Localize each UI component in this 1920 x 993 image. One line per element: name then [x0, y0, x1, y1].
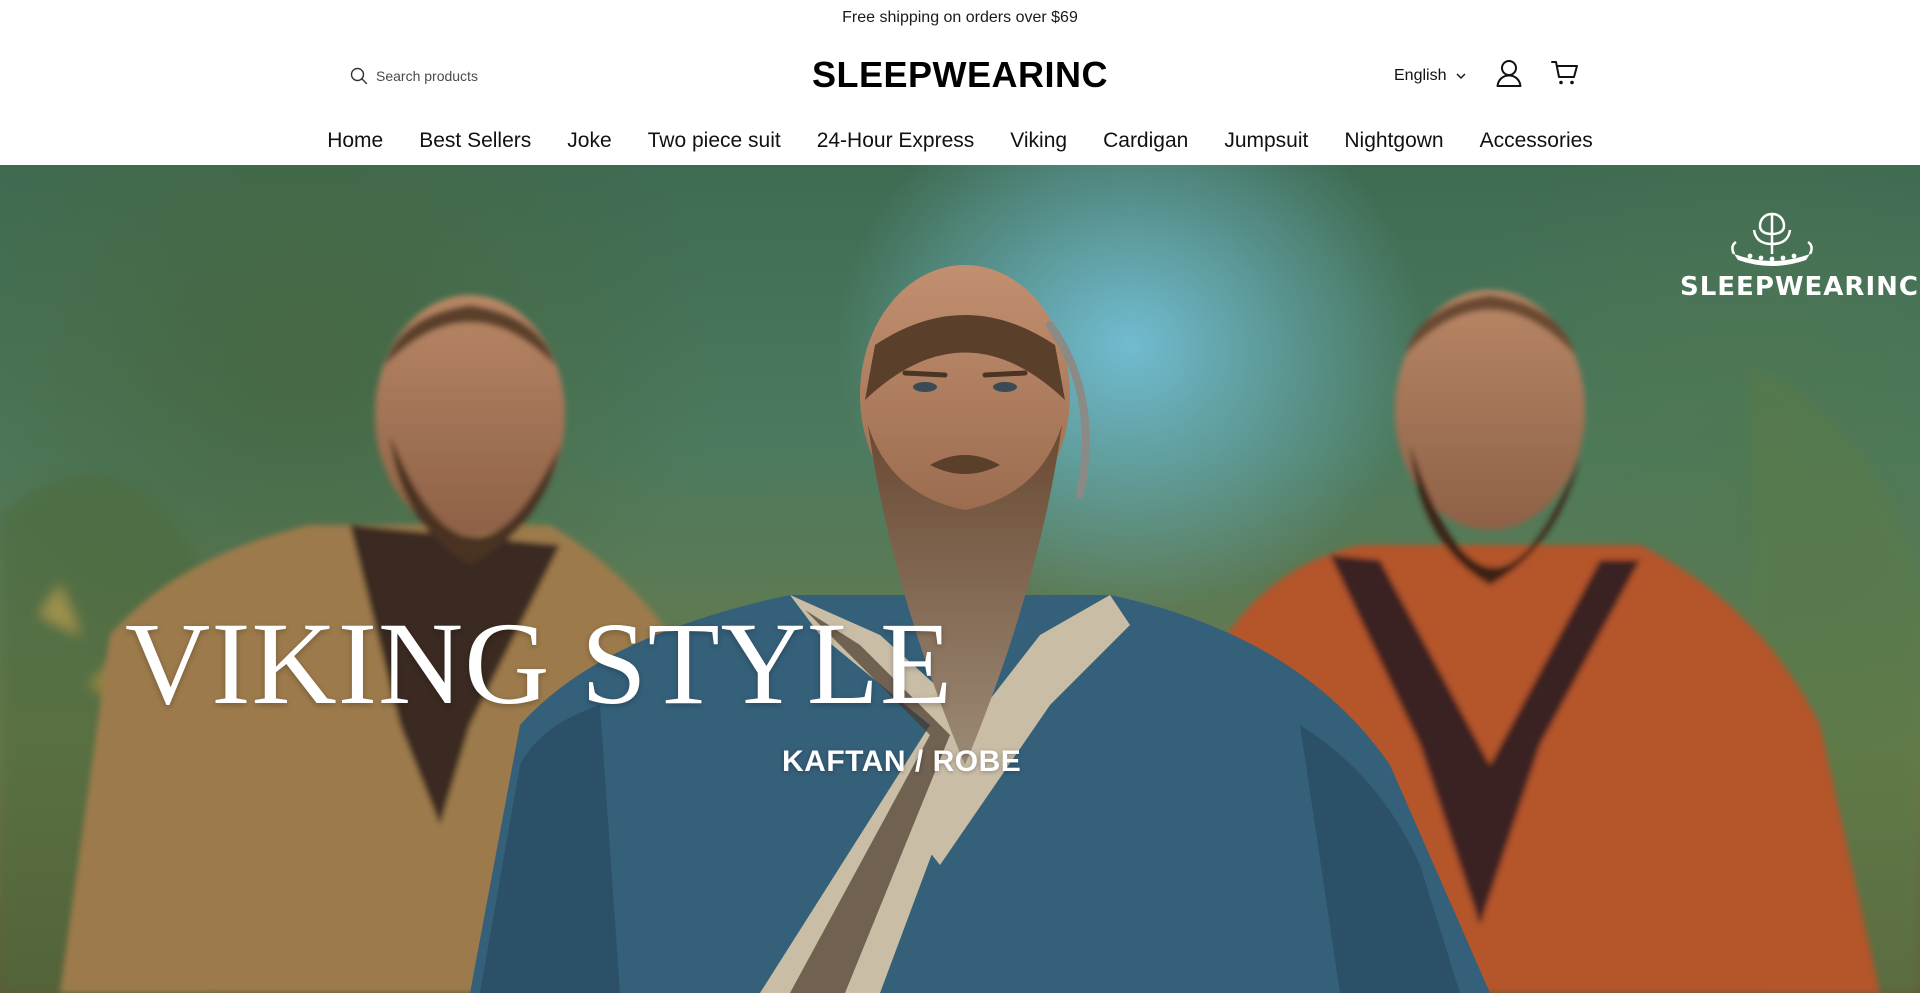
chevron-down-icon — [1456, 73, 1466, 79]
nav-item-joke[interactable]: Joke — [567, 129, 611, 153]
hero-brand-wordmark: SLEEPWEARINC — [1680, 272, 1919, 302]
nav-item-viking[interactable]: Viking — [1010, 129, 1067, 153]
nav-item-home[interactable]: Home — [327, 129, 383, 153]
hero-banner[interactable]: VIKING STYLE KAFTAN / ROBE SLEEPWEARINC — [0, 165, 1920, 993]
nav-item-cardigan[interactable]: Cardigan — [1103, 129, 1188, 153]
language-selected: English — [1394, 67, 1447, 84]
nav-item-nightgown[interactable]: Nightgown — [1344, 129, 1443, 153]
announcement-text: Free shipping on orders over $69 — [842, 9, 1078, 26]
main-nav: Home Best Sellers Joke Two piece suit 24… — [0, 116, 1920, 166]
nav-item-jumpsuit[interactable]: Jumpsuit — [1224, 129, 1308, 153]
nav-item-24-hour-express[interactable]: 24-Hour Express — [817, 129, 975, 153]
announcement-bar: Free shipping on orders over $69 — [0, 0, 1920, 36]
language-selector[interactable]: English — [1394, 64, 1466, 88]
account-button[interactable] — [1494, 59, 1524, 92]
site-logo[interactable]: SLEEPWEARINC — [812, 54, 1108, 95]
search-icon[interactable] — [348, 65, 370, 87]
site-logo-wrapper: SLEEPWEARINC — [0, 54, 1920, 96]
user-icon — [1496, 59, 1522, 92]
hero-image — [0, 265, 1920, 993]
hero-subtitle: KAFTAN / ROBE — [782, 745, 1022, 778]
search-input[interactable] — [376, 68, 616, 84]
viking-ship-icon — [1731, 212, 1813, 266]
cart-icon — [1551, 60, 1579, 91]
nav-item-accessories[interactable]: Accessories — [1480, 129, 1593, 153]
nav-item-two-piece-suit[interactable]: Two piece suit — [648, 129, 781, 153]
hero-brand-logo: SLEEPWEARINC — [1680, 210, 1919, 330]
site-header: SLEEPWEARINC English — [0, 36, 1920, 116]
search-bar[interactable] — [348, 64, 648, 88]
nav-item-best-sellers[interactable]: Best Sellers — [419, 129, 531, 153]
hero-title: VIKING STYLE — [125, 598, 954, 729]
cart-button[interactable] — [1550, 60, 1580, 90]
